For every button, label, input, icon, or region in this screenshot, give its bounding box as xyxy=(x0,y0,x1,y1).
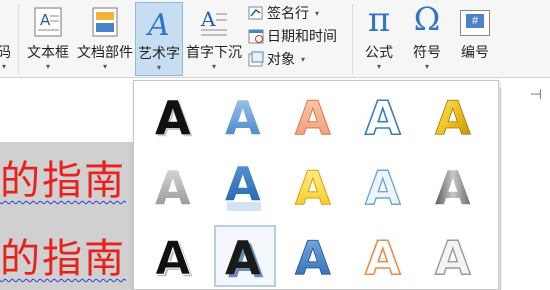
dropdown-arrow-icon: ▾ xyxy=(211,62,217,71)
textbox-icon: A xyxy=(34,7,62,37)
quickparts-button[interactable]: 文档部件 ▾ xyxy=(76,2,134,76)
separator xyxy=(18,4,19,74)
signature-line-button[interactable]: 签名行 ▾ xyxy=(248,2,319,24)
equation-label: 公式 xyxy=(365,44,393,60)
dropdown-arrow-icon: ▾ xyxy=(45,62,51,71)
signature-icon xyxy=(248,6,263,20)
wordart-button[interactable]: A 艺术字 ▾ xyxy=(135,2,183,76)
pin-ribbon-icon[interactable]: ⊣ xyxy=(530,86,542,103)
dropdown-arrow-icon: ▾ xyxy=(424,62,430,71)
svg-text:A: A xyxy=(365,91,401,145)
dropdown-arrow-icon: ▾ xyxy=(102,62,108,71)
textbox-label: 文本框 xyxy=(27,44,69,60)
svg-text:A: A xyxy=(200,7,216,31)
partial-button-label: 码 xyxy=(0,44,11,60)
wordart-style-blue-outline[interactable]: A xyxy=(356,87,414,146)
wordart-style-light-blue-outline[interactable]: A xyxy=(356,157,414,215)
wordart-gallery: AA A A A A A A A A A AA AA A A A xyxy=(133,80,499,290)
dropcap-button[interactable]: A 首字下沉 ▾ xyxy=(184,2,244,76)
wordart-style-gray-bevel[interactable]: A xyxy=(426,157,484,215)
svg-text:A: A xyxy=(155,161,191,215)
number-button[interactable]: # 编号 xyxy=(452,2,498,76)
dropdown-arrow-icon: ▾ xyxy=(301,54,306,64)
number-icon-glyph: # xyxy=(466,14,484,28)
svg-text:A: A xyxy=(365,231,401,285)
vertical-scrollbar[interactable] xyxy=(500,88,501,290)
wordart-style-silver-outline[interactable]: A xyxy=(426,227,484,285)
partial-button[interactable]: 码 ▾ xyxy=(0,2,14,76)
number-icon: # xyxy=(460,10,490,36)
object-label: 对象 xyxy=(267,51,295,67)
quickparts-label: 文档部件 xyxy=(77,44,133,60)
symbol-button[interactable]: Ω 符号 ▾ xyxy=(404,0,450,76)
number-label: 编号 xyxy=(461,44,489,60)
svg-text:A: A xyxy=(155,91,191,145)
omega-icon: Ω xyxy=(413,0,441,38)
signature-label: 签名行 xyxy=(267,5,309,21)
dropdown-arrow-icon: ▾ xyxy=(315,8,320,18)
svg-text:A: A xyxy=(225,231,261,285)
ribbon: 码 ▾ A 文本框 ▾ 文档部件 ▾ A 艺术字 ▾ A 首字下沉 ▾ 签名行 … xyxy=(0,0,550,78)
quickparts-icon xyxy=(92,7,118,37)
wordart-style-dark-shadow-selected[interactable]: AA xyxy=(214,225,276,288)
svg-text:A: A xyxy=(365,161,401,215)
wordart-style-gold-bevel[interactable]: A xyxy=(426,87,484,146)
svg-text:A: A xyxy=(295,91,331,145)
svg-text:A: A xyxy=(435,91,471,145)
wordart-style-orange-outline[interactable]: A xyxy=(356,227,414,286)
wordart-style-black-shadow[interactable]: AA xyxy=(146,87,204,147)
calendar-icon xyxy=(248,29,264,44)
svg-text:A: A xyxy=(145,8,170,39)
object-button[interactable]: 对象 ▾ xyxy=(248,48,305,70)
dropcap-label: 首字下沉 xyxy=(186,44,242,60)
equation-button[interactable]: π 公式 ▾ xyxy=(356,0,402,76)
pi-icon: π xyxy=(367,0,391,40)
textbox-button[interactable]: A 文本框 ▾ xyxy=(22,2,74,76)
document-text-line[interactable]: 的指南 xyxy=(0,148,126,206)
object-icon xyxy=(248,51,264,67)
svg-text:A: A xyxy=(40,11,51,29)
svg-text:A: A xyxy=(435,161,471,215)
datetime-button[interactable]: 日期和时间 xyxy=(248,25,337,47)
document-text-line[interactable]: 的指南 xyxy=(0,226,126,284)
wordart-style-blue-gradient[interactable]: A xyxy=(216,87,274,145)
dropdown-arrow-icon: ▾ xyxy=(156,63,162,72)
wordart-style-gray-gradient[interactable]: A xyxy=(146,157,204,215)
wordart-label: 艺术字 xyxy=(138,45,180,61)
wordart-style-yellow-fill[interactable]: A xyxy=(286,157,344,216)
wordart-style-blue-reflect[interactable]: A xyxy=(216,157,274,215)
svg-text:A: A xyxy=(155,231,191,285)
symbol-label: 符号 xyxy=(413,44,441,60)
datetime-label: 日期和时间 xyxy=(267,28,337,44)
dropdown-arrow-icon: ▾ xyxy=(376,62,382,71)
dropcap-icon: A xyxy=(200,7,227,36)
svg-text:A: A xyxy=(295,161,331,215)
separator xyxy=(352,4,353,74)
wordart-style-orange-soft[interactable]: A xyxy=(286,87,344,146)
wordart-style-blue-bevel[interactable]: A xyxy=(286,227,344,286)
svg-text:A: A xyxy=(295,231,331,285)
wordart-style-black-outline-shadow[interactable]: AA xyxy=(146,227,204,288)
wordart-icon: A xyxy=(145,8,170,39)
svg-text:A: A xyxy=(225,91,261,145)
dropdown-arrow-icon: ▾ xyxy=(1,62,7,71)
svg-text:A: A xyxy=(435,231,471,285)
